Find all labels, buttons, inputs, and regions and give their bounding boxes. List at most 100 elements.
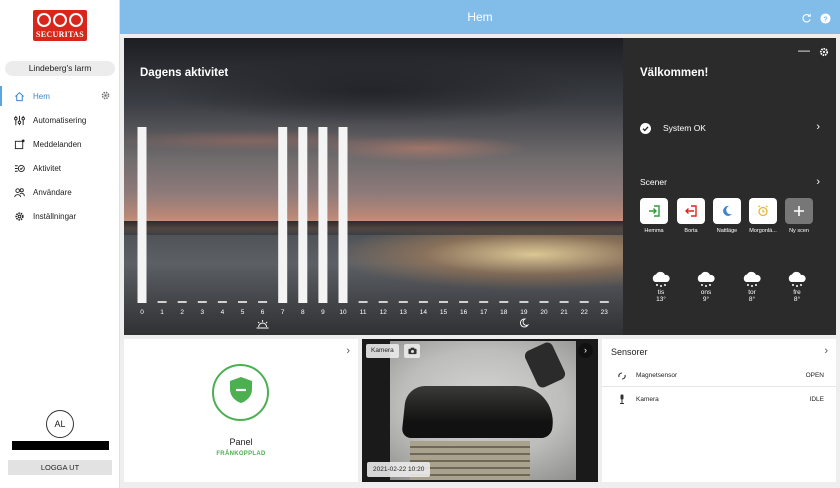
scene-nattlage[interactable]: Nattläge (713, 198, 741, 234)
camera-icon[interactable] (404, 344, 420, 358)
panel-status: FRÅNKOPPLAD (216, 451, 266, 457)
page-title: Hem (467, 10, 493, 24)
activity-bar-23 (599, 301, 609, 303)
activity-bar-4 (217, 301, 227, 303)
sidebar-item-hem[interactable]: Hem (0, 86, 120, 106)
hour-tick-label: 16 (460, 309, 468, 316)
home-icon (13, 90, 25, 102)
scene-morgonlage[interactable]: Morgonlä... (749, 198, 777, 234)
sensor-state: IDLE (809, 395, 824, 403)
welcome-title: Välkommen! (640, 67, 709, 79)
system-status-text: System OK (663, 123, 706, 133)
panel-card[interactable]: › Panel FRÅNKOPPLAD (124, 339, 358, 482)
sliders-icon (13, 114, 25, 126)
system-status-row[interactable]: System OK › (640, 121, 820, 134)
camera-snapshot[interactable] (390, 341, 576, 480)
activity-list-icon (13, 162, 25, 174)
refresh-icon[interactable] (801, 11, 812, 23)
scene-label: Borta (684, 228, 698, 234)
activity-bar-9 (318, 127, 328, 303)
forecast-day-name: tor (748, 289, 756, 296)
camera-timestamp: 2021-02-22 10:20 (367, 462, 431, 477)
hour-tick-label: 21 (560, 309, 568, 316)
redacted-user-name (12, 441, 109, 450)
magnet-sensor-icon (617, 371, 627, 381)
help-icon[interactable]: ? (820, 11, 831, 24)
sidebar-item-label: Meddelanden (33, 139, 82, 149)
chevron-right-icon[interactable]: › (578, 343, 593, 358)
activity-bar-chart: 0 1 2 3 4 5 6 7 8 9 10 11 12 13 14 15 16 17 18 19 20 21 22 23 (137, 127, 609, 329)
away-arrow-icon (677, 198, 705, 224)
snow-cloud-icon (741, 271, 763, 289)
gear-icon[interactable] (819, 44, 829, 57)
camera-tag: Kamera (366, 344, 399, 358)
activity-bar-3 (197, 301, 207, 303)
message-icon (13, 138, 25, 150)
scene-label: Ny scen (789, 228, 809, 234)
scene-label: Morgonlä... (749, 228, 777, 234)
activity-bar-6 (258, 301, 268, 303)
sensor-name: Magnetsensor (636, 372, 678, 379)
scene-borta[interactable]: Borta (677, 198, 705, 234)
account-name-pill[interactable]: Lindeberg's larm (5, 61, 115, 76)
hour-tick-label: 18 (500, 309, 508, 316)
activity-bar-2 (177, 301, 187, 303)
hour-tick-label: 23 (601, 309, 609, 316)
sidebar-item-meddelanden[interactable]: Meddelanden (0, 134, 120, 154)
logout-button[interactable]: LOGGA UT (8, 460, 112, 475)
sensors-card[interactable]: Sensorer › Magnetsensor OPEN Kamera IDLE (602, 339, 836, 482)
scene-hemma[interactable]: Hemma (640, 198, 668, 234)
activity-bar-12 (378, 301, 388, 303)
sunrise-icon (256, 320, 269, 329)
forecast-day: ons 9° (691, 271, 721, 303)
hour-tick-label: 7 (281, 309, 285, 316)
hour-tick-label: 19 (520, 309, 528, 316)
sidebar-item-installningar[interactable]: Inställningar (0, 206, 120, 226)
plus-icon (785, 198, 813, 224)
sidebar-item-anvandare[interactable]: Användare (0, 182, 120, 202)
activity-bar-7 (278, 127, 288, 303)
activity-bar-10 (338, 127, 348, 303)
sidebar-item-label: Aktivitet (33, 163, 62, 173)
scene-label: Nattläge (716, 228, 738, 234)
activity-bar-1 (157, 301, 167, 303)
securitas-logo[interactable]: SECURITAS (33, 10, 87, 41)
sidebar-item-label: Användare (33, 187, 72, 197)
snow-cloud-icon (650, 271, 672, 289)
forecast-day: tis 13° (646, 271, 676, 303)
activity-bar-21 (559, 301, 569, 303)
forecast-day: tor 8° (737, 271, 767, 303)
activity-bar-17 (479, 301, 489, 303)
minimize-icon[interactable]: — (798, 43, 810, 57)
forecast-day-name: ons (700, 289, 712, 296)
sidebar-item-automatisering[interactable]: Automatisering (0, 110, 120, 130)
camera-card[interactable]: Kamera › 2021-02-22 10:20 (362, 339, 598, 482)
forecast-day: fre 8° (782, 271, 812, 303)
scenes-title: Scener (640, 177, 667, 187)
hour-tick-label: 3 (200, 309, 204, 316)
sidebar: SECURITAS Lindeberg's larm Hem Automatis… (0, 0, 120, 488)
chevron-right-icon[interactable]: › (346, 345, 350, 357)
sensor-row-magnetsensor[interactable]: Magnetsensor OPEN (602, 365, 836, 387)
camera-sensor-icon (617, 394, 627, 404)
forecast-day-name: tis (657, 289, 665, 296)
forecast-temp: 8° (793, 296, 801, 303)
sidebar-item-aktivitet[interactable]: Aktivitet (0, 158, 120, 178)
hour-tick-label: 6 (261, 309, 265, 316)
scene-ny-scen[interactable]: Ny scen (785, 198, 813, 234)
sidebar-item-label: Hem (33, 91, 50, 101)
gear-icon[interactable] (100, 90, 112, 102)
hour-tick-label: 10 (339, 309, 347, 316)
activity-bar-0 (137, 127, 147, 303)
activity-bar-14 (418, 301, 428, 303)
chevron-right-icon[interactable]: › (824, 345, 828, 357)
hour-tick-label: 9 (321, 309, 325, 316)
sidebar-item-label: Automatisering (33, 115, 87, 125)
activity-bar-18 (499, 301, 509, 303)
logo-wordmark: SECURITAS (36, 30, 84, 39)
sensor-row-kamera[interactable]: Kamera IDLE (602, 388, 836, 410)
hour-tick-label: 1 (160, 309, 164, 316)
scenes-header[interactable]: Scener › (640, 176, 820, 189)
avatar[interactable]: AL (46, 410, 74, 438)
snow-cloud-icon (786, 271, 808, 289)
